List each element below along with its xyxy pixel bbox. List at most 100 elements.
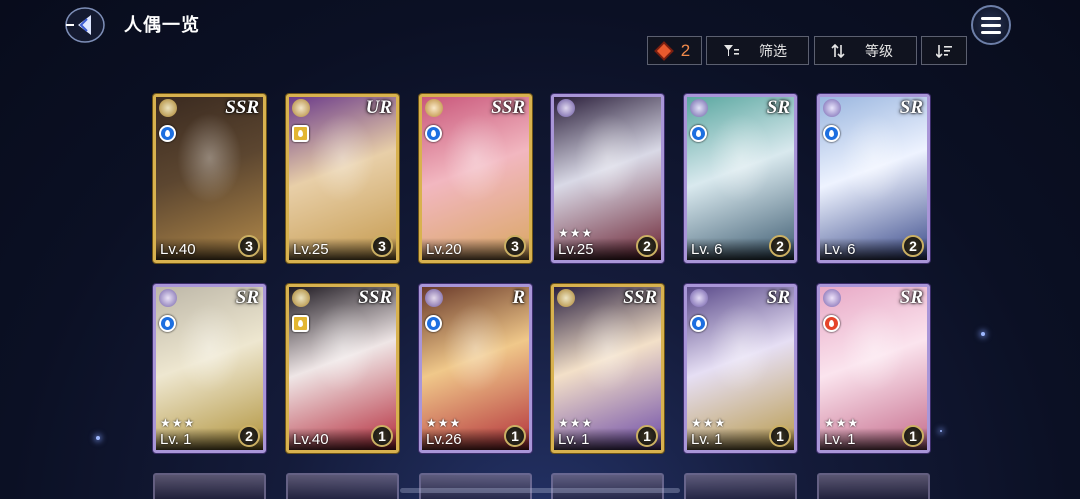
level-label: Lv. 1 [691,431,723,448]
level-label: Lv.40 [293,431,329,448]
class-crest-icon [823,99,841,117]
rarity-label: SR [766,97,790,118]
background-sparkle [96,436,100,440]
doll-card[interactable]: SSR ★★★ Lv. 1 1 [551,284,664,453]
level-label: Lv.26 [426,431,462,448]
level-label: Lv.25 [293,241,329,258]
level-label: Lv.20 [426,241,462,258]
card-peek [817,473,930,499]
doll-card[interactable]: R ★★★ Lv.26 1 [419,284,532,453]
portrait-highlight [708,303,773,393]
class-crest-icon [557,99,575,117]
count-badge: 1 [769,425,791,447]
rarity-label: SR [766,287,790,308]
back-arrow-icon [65,7,105,43]
card-peek [419,473,532,499]
doll-card[interactable]: SR ★★★ Lv. 1 2 [153,284,266,453]
water-element-icon [823,125,840,142]
currency-count: 2 [647,36,702,65]
page-title: 人偶一览 [124,15,200,35]
rarity-label: SR [235,287,259,308]
count-badge: 1 [636,425,658,447]
home-indicator [400,488,680,493]
count-badge: 1 [371,425,393,447]
doll-card[interactable]: SSR Lv.40 3 [153,94,266,263]
class-crest-icon [292,289,310,307]
rarity-label: SR [899,287,923,308]
menu-button[interactable] [971,5,1011,45]
count-badge: 1 [504,425,526,447]
portrait-highlight [841,113,906,203]
water-element-icon [159,315,176,332]
currency-count-value: 2 [680,40,691,60]
class-crest-icon [159,289,177,307]
class-crest-icon [425,289,443,307]
doll-card[interactable]: SSR Lv.40 1 [286,284,399,453]
gold-element-icon [292,125,309,142]
water-element-icon [159,125,176,142]
background-sparkle [981,332,985,336]
water-element-icon [425,315,442,332]
fire-element-icon [823,315,840,332]
rarity-label: SSR [491,97,525,118]
rarity-label: SR [899,97,923,118]
star-rating: ★★★ [426,416,462,430]
level-label: Lv. 1 [558,431,590,448]
portrait-highlight [310,113,375,203]
portrait-highlight [310,303,375,393]
diamond-icon [656,43,671,58]
rarity-label: UR [365,97,392,118]
class-crest-icon [690,289,708,307]
doll-card[interactable]: SR ★★★ Lv. 1 1 [684,284,797,453]
water-element-icon [690,315,707,332]
portrait-highlight [575,113,640,203]
doll-card[interactable]: SSR Lv.20 3 [419,94,532,263]
count-badge: 2 [238,425,260,447]
level-label: Lv. 6 [691,241,723,258]
class-crest-icon [690,99,708,117]
filter-icon [724,44,739,56]
count-badge: 2 [636,235,658,257]
star-rating: ★★★ [160,416,196,430]
doll-card[interactable]: SR Lv. 6 2 [817,94,930,263]
card-peek [286,473,399,499]
class-crest-icon [823,289,841,307]
doll-card[interactable]: SR Lv. 6 2 [684,94,797,263]
card-peek [551,473,664,499]
level-label: Lv. 1 [824,431,856,448]
rarity-label: SSR [225,97,259,118]
sort-button[interactable]: 等级 [814,36,917,65]
doll-card[interactable]: ★★★ Lv.25 2 [551,94,664,263]
water-element-icon [690,125,707,142]
level-label: Lv.25 [558,241,594,258]
count-badge: 3 [238,235,260,257]
filter-label: 筛选 [759,42,787,59]
count-badge: 2 [902,235,924,257]
doll-card[interactable]: UR Lv.25 3 [286,94,399,263]
count-badge: 1 [902,425,924,447]
count-badge: 3 [504,235,526,257]
card-peek [153,473,266,499]
rarity-label: SSR [358,287,392,308]
gold-element-icon [292,315,309,332]
background-sparkle [940,430,942,432]
portrait-highlight [443,303,508,393]
class-crest-icon [425,99,443,117]
star-rating: ★★★ [558,416,594,430]
class-crest-icon [557,289,575,307]
sort-order-button[interactable] [921,36,967,65]
water-element-icon [425,125,442,142]
portrait-highlight [841,303,906,393]
hamburger-menu-icon [981,30,1001,34]
back-button[interactable] [64,6,106,44]
card-peek [684,473,797,499]
rarity-label: R [512,287,525,308]
class-crest-icon [292,99,310,117]
doll-card[interactable]: SR ★★★ Lv. 1 1 [817,284,930,453]
sort-descending-icon [936,44,952,58]
filter-button[interactable]: 筛选 [706,36,809,65]
portrait-highlight [177,303,242,393]
count-badge: 2 [769,235,791,257]
sort-arrows-icon [831,43,845,58]
star-rating: ★★★ [824,416,860,430]
